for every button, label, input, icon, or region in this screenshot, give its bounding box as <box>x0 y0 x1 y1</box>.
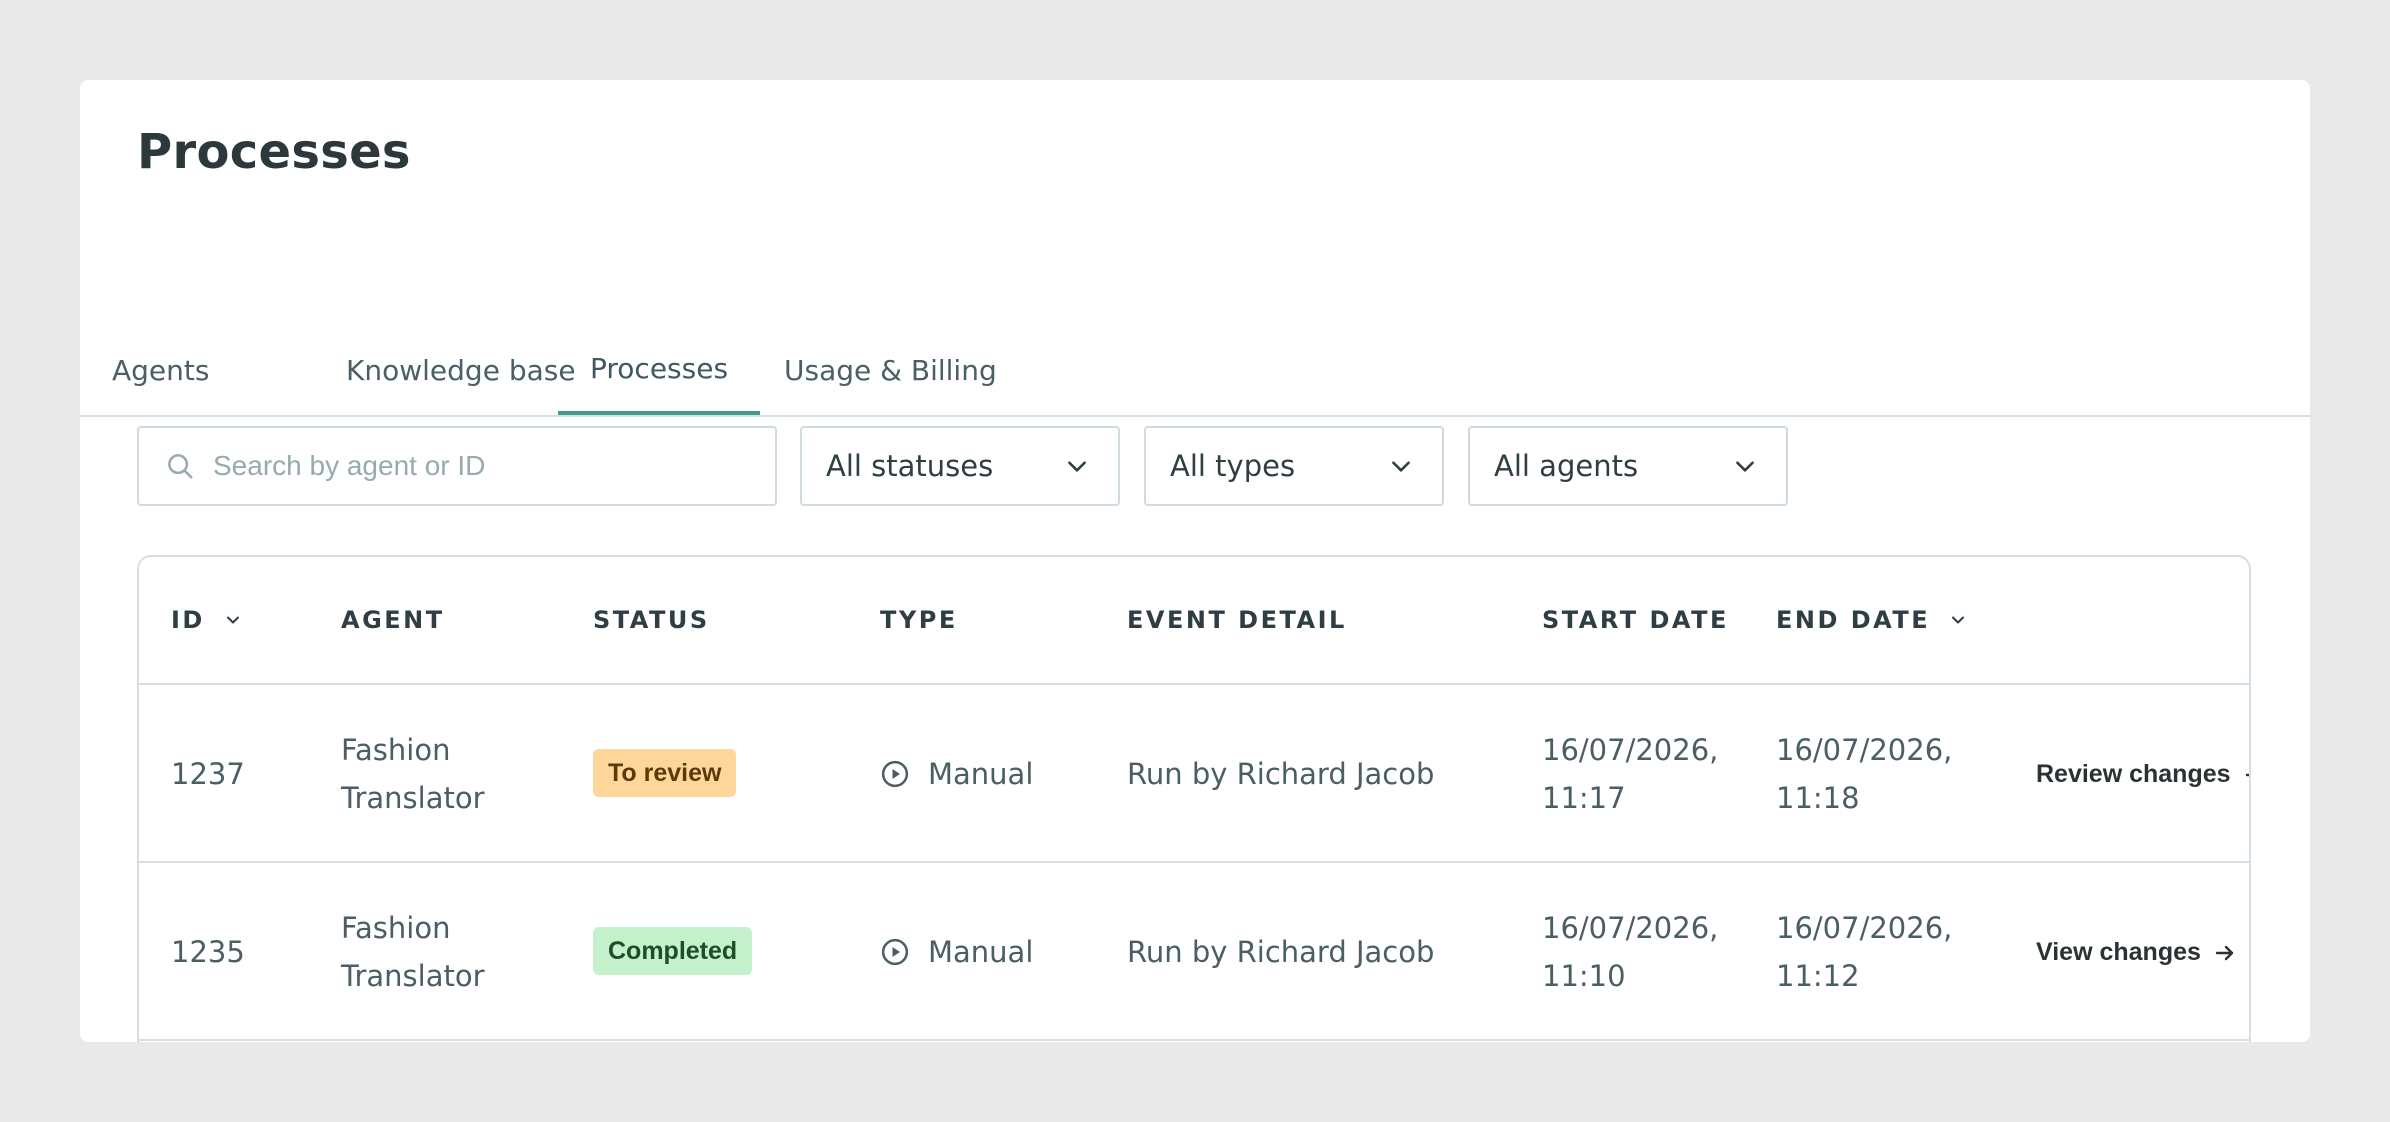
chevron-down-icon <box>1068 461 1086 472</box>
row-start-date: 16/07/2026, 11:17 <box>1542 726 1718 822</box>
tab-agents[interactable]: Agents <box>80 354 241 387</box>
review-changes-button[interactable]: Review changes <box>2036 760 2249 789</box>
row-end-date: 16/07/2026, 11:18 <box>1776 726 1952 822</box>
row-type: Manual <box>880 750 1033 798</box>
row-start-date-line: 16/07/2026, <box>1542 733 1719 767</box>
row-agent-line: Translator <box>341 959 485 993</box>
column-header-event-detail: EVENT DETAIL <box>1127 606 1347 634</box>
arrow-right-icon <box>2245 773 2249 776</box>
row-agent: Fashion Translator <box>341 726 485 822</box>
view-changes-button[interactable]: View changes <box>2036 938 2237 967</box>
column-header-label: EVENT DETAIL <box>1127 606 1347 634</box>
search-input[interactable] <box>213 450 773 482</box>
status-filter-select[interactable]: All statuses <box>800 426 1120 506</box>
table-header: ID AGENT STATUS TYPE EVENT DETAIL START … <box>139 557 2249 685</box>
play-circle-icon <box>881 760 909 788</box>
processes-card: Processes Agents Knowledge base Processe… <box>80 80 2310 1042</box>
search-icon <box>168 454 193 479</box>
column-header-agent: AGENT <box>341 606 445 634</box>
action-label: Review changes <box>2036 760 2231 788</box>
status-badge: To review <box>593 749 737 797</box>
row-end-date-line: 11:18 <box>1776 781 1860 815</box>
column-header-status: STATUS <box>593 606 710 634</box>
chevron-down-icon <box>1392 461 1410 472</box>
arrow-right-icon <box>2215 945 2234 960</box>
agent-filter-value: All agents <box>1494 449 1639 483</box>
row-end-date: 16/07/2026, 11:12 <box>1776 904 1952 1000</box>
row-agent-line: Fashion <box>341 733 451 767</box>
row-event-detail: Run by Richard Jacob <box>1127 757 1435 791</box>
tab-usage-billing[interactable]: Usage & Billing <box>752 354 1029 387</box>
column-header-id[interactable]: ID <box>171 606 243 634</box>
page-title: Processes <box>137 124 411 180</box>
row-type: Manual <box>880 928 1033 976</box>
column-header-end-date[interactable]: END DATE <box>1776 606 1968 634</box>
chevron-down-icon <box>1736 461 1754 472</box>
column-header-label: TYPE <box>880 606 958 634</box>
row-type-label: Manual <box>928 757 1034 791</box>
row-end-date-line: 16/07/2026, <box>1776 911 1953 945</box>
row-agent-line: Translator <box>341 781 485 815</box>
column-header-label: ID <box>171 606 205 634</box>
column-header-type: TYPE <box>880 606 958 634</box>
play-circle-icon <box>881 938 909 966</box>
search-field[interactable] <box>137 426 777 506</box>
column-header-label: END DATE <box>1776 606 1931 634</box>
row-end-date-line: 11:12 <box>1776 959 1860 993</box>
status-badge: Completed <box>593 927 753 975</box>
row-event-detail: Run by Richard Jacob <box>1127 935 1435 969</box>
row-type-label: Manual <box>928 935 1034 969</box>
row-start-date-line: 11:10 <box>1542 959 1626 993</box>
row-agent: Fashion Translator <box>341 904 485 1000</box>
tab-label: Usage & Billing <box>784 354 997 387</box>
table-row[interactable]: 1237 Fashion Translator To review Manual… <box>139 685 2249 863</box>
tab-bar: Agents Knowledge base Processes Usage & … <box>80 270 2310 417</box>
row-end-date-line: 16/07/2026, <box>1776 733 1953 767</box>
table-row[interactable]: 1235 Fashion Translator Completed Manual… <box>139 863 2249 1041</box>
status-filter-value: All statuses <box>826 449 994 483</box>
row-id: 1235 <box>171 935 245 969</box>
row-start-date-line: 11:17 <box>1542 781 1626 815</box>
processes-table: ID AGENT STATUS TYPE EVENT DETAIL START … <box>137 555 2251 1042</box>
column-header-label: AGENT <box>341 606 445 634</box>
column-header-label: STATUS <box>593 606 710 634</box>
row-agent-line: Fashion <box>341 911 451 945</box>
tab-label: Agents <box>112 354 210 387</box>
tab-processes[interactable]: Processes <box>558 352 761 415</box>
tab-label: Processes <box>590 352 729 385</box>
column-header-start-date: START DATE <box>1542 606 1729 634</box>
action-label: View changes <box>2036 938 2201 966</box>
column-header-label: START DATE <box>1542 606 1729 634</box>
chevron-down-icon <box>226 616 239 624</box>
row-start-date: 16/07/2026, 11:10 <box>1542 904 1718 1000</box>
type-filter-value: All types <box>1170 449 1296 483</box>
type-filter-select[interactable]: All types <box>1144 426 1444 506</box>
row-id: 1237 <box>171 757 245 791</box>
agent-filter-select[interactable]: All agents <box>1468 426 1788 506</box>
row-start-date-line: 16/07/2026, <box>1542 911 1719 945</box>
chevron-down-icon <box>1952 616 1965 624</box>
